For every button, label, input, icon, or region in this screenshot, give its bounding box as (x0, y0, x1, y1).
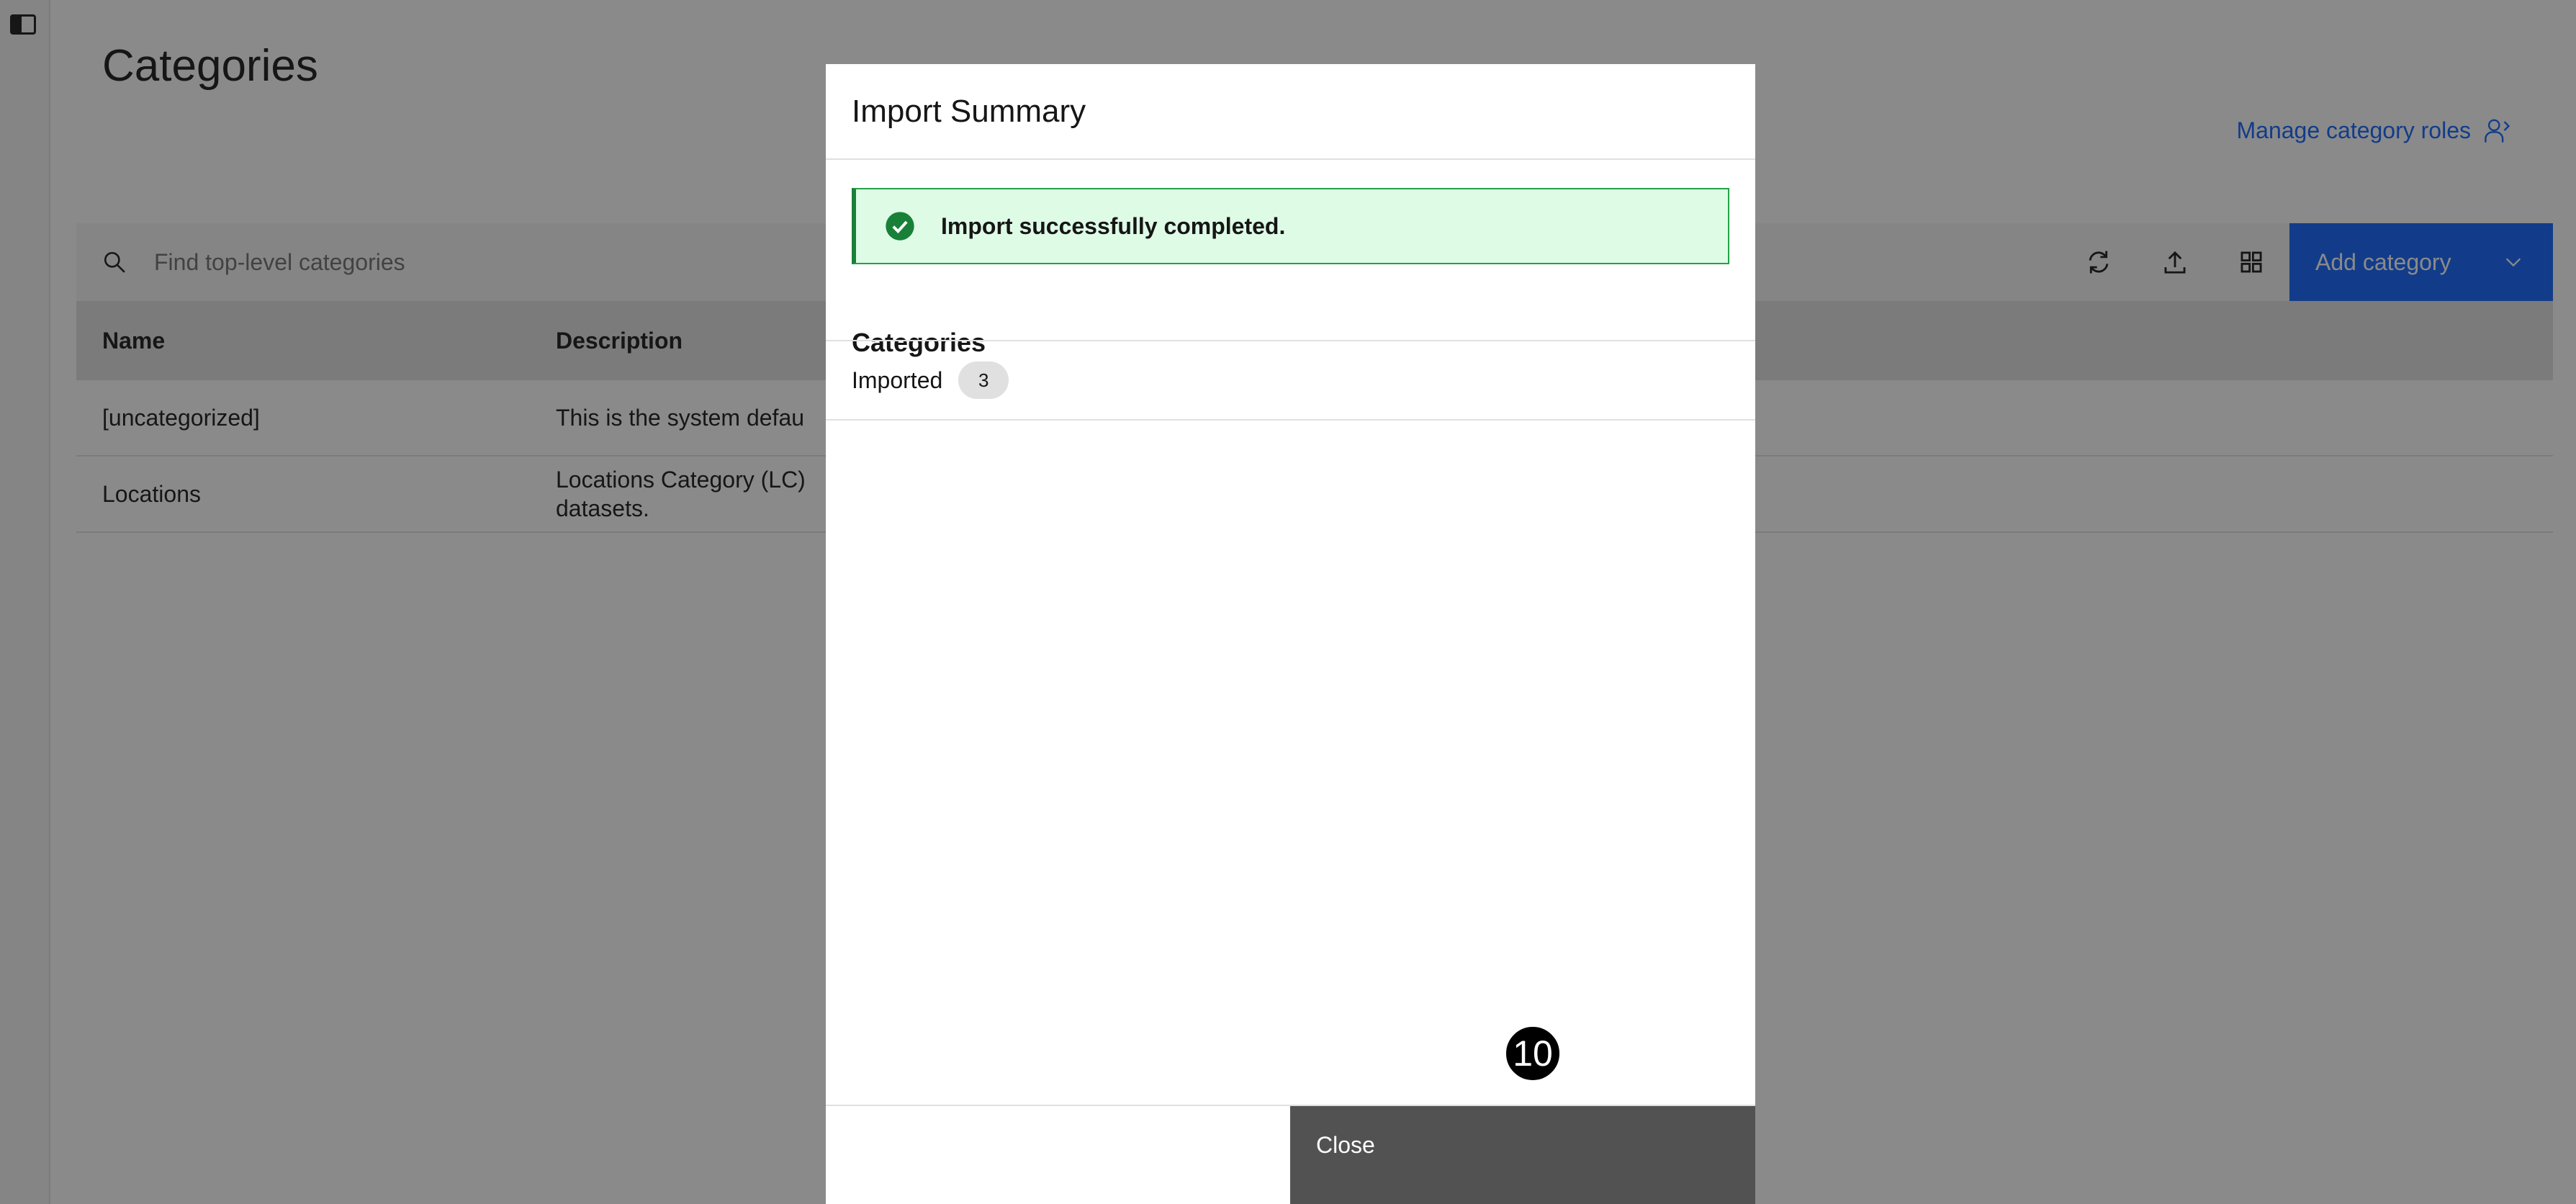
imported-count-tag: 3 (958, 361, 1009, 399)
notification-message: Import successfully completed. (941, 212, 1286, 239)
modal-footer: Close (826, 1105, 1755, 1204)
modal-header: Import Summary (826, 64, 1755, 160)
step-marker: 10 (1503, 1024, 1562, 1083)
imported-label: Imported (852, 367, 943, 393)
footer-spacer (826, 1106, 1290, 1204)
imported-row: Imported 3 (826, 341, 1755, 421)
close-button[interactable]: Close (1290, 1106, 1755, 1204)
import-summary-modal: Import Summary Import successfully compl… (826, 64, 1755, 1204)
modal-title: Import Summary (852, 93, 1086, 129)
success-notification: Import successfully completed. (852, 188, 1729, 264)
checkmark-filled-icon (886, 212, 914, 241)
